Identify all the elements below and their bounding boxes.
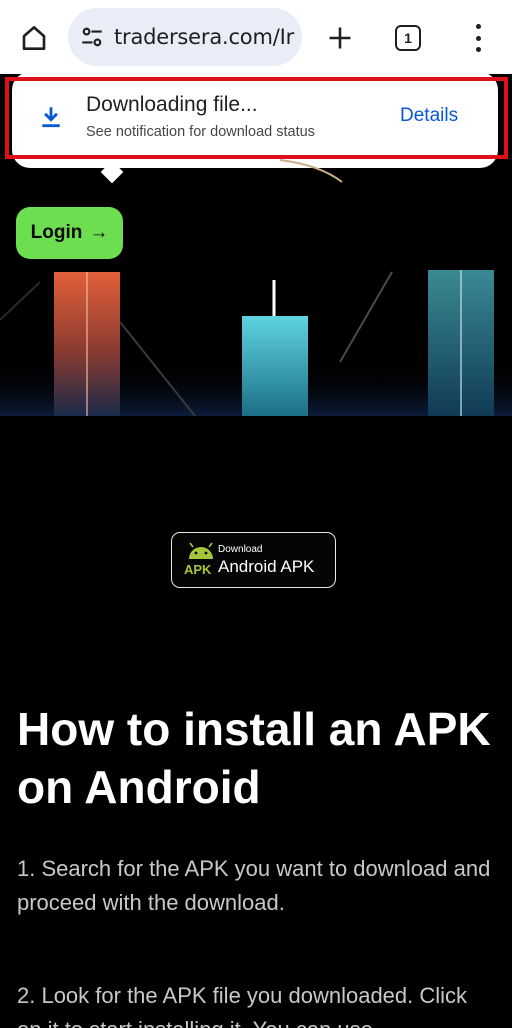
download-android-apk-button[interactable]: APK Download Android APK bbox=[171, 532, 336, 588]
highlight-box bbox=[5, 77, 508, 159]
apk-badge-small-text: Download bbox=[218, 544, 263, 555]
arrow-right-icon: → bbox=[89, 222, 109, 243]
home-button[interactable] bbox=[14, 18, 54, 58]
tab-switcher-button[interactable]: 1 bbox=[392, 22, 424, 54]
apk-tag: APK bbox=[184, 562, 212, 577]
new-tab-button[interactable] bbox=[320, 18, 360, 58]
notification-pointer bbox=[100, 160, 124, 184]
tab-count: 1 bbox=[404, 30, 412, 46]
browser-toolbar: tradersera.com/Ir 1 bbox=[0, 0, 512, 74]
login-label: Login bbox=[30, 222, 83, 243]
more-vert-icon[interactable] bbox=[464, 20, 492, 56]
step-2-text: 2. Look for the APK file you downloaded.… bbox=[17, 983, 468, 1028]
decorative-arc bbox=[279, 159, 343, 183]
article-heading: How to install an APK on Android bbox=[17, 703, 491, 813]
login-button[interactable]: Login → bbox=[16, 207, 123, 259]
apk-badge-label: Android APK bbox=[218, 557, 315, 576]
candlestick-illustration bbox=[0, 270, 512, 416]
plus-icon bbox=[329, 27, 351, 49]
tune-icon[interactable] bbox=[79, 24, 105, 50]
tab-switcher-icon: 1 bbox=[395, 25, 421, 51]
url-text: tradersera.com/Ir bbox=[114, 25, 295, 49]
hero-graphic bbox=[0, 262, 512, 416]
address-bar[interactable]: tradersera.com/Ir bbox=[68, 8, 302, 66]
android-icon bbox=[189, 542, 213, 559]
home-icon bbox=[22, 26, 46, 50]
step-1-text: 1. Search for the APK you want to downlo… bbox=[17, 856, 491, 915]
